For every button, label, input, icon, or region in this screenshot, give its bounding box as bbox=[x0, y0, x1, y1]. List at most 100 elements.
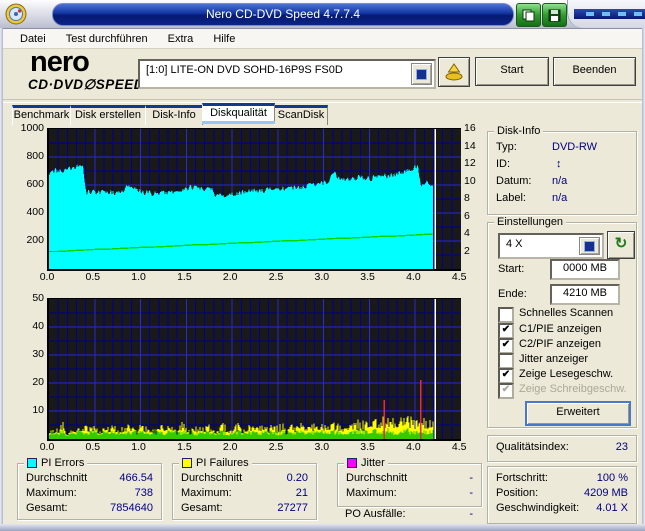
speed-selector[interactable]: 4 X bbox=[498, 233, 604, 259]
window-frame-bottom bbox=[0, 524, 645, 531]
po-failures-row: PO Ausfälle: - bbox=[345, 508, 473, 520]
c2pif-checkbox[interactable]: ✔ bbox=[498, 338, 514, 354]
axis-tick-label: 400 bbox=[14, 206, 44, 218]
c2pif-label[interactable]: C2/PIF anzeigen bbox=[519, 338, 601, 350]
po-failures-value: - bbox=[469, 508, 473, 520]
cddvdspeed-logo: CD·DVD∅SPEED bbox=[28, 77, 144, 93]
jitter-max-label: Maximum: bbox=[346, 487, 397, 499]
disk-label-value: n/a bbox=[552, 192, 567, 204]
axis-tick-label: 2.0 bbox=[216, 271, 244, 283]
show-write-speed-label: Zeige Schreibgeschw. bbox=[519, 383, 627, 395]
show-write-speed-checkbox: ✔ bbox=[498, 383, 514, 399]
jitter-max-value: - bbox=[469, 487, 473, 499]
settings-group: Einstellungen 4 X ↻ Start: 0000 MB Ende:… bbox=[487, 222, 637, 428]
c1pie-label[interactable]: C1/PIE anzeigen bbox=[519, 323, 602, 335]
axis-tick-label: 40 bbox=[20, 320, 44, 332]
active-tab-underline bbox=[202, 121, 275, 124]
jitter-label[interactable]: Jitter anzeiger bbox=[519, 353, 588, 365]
start-button[interactable]: Start bbox=[475, 57, 549, 86]
pie-avg-label: Durchschnitt bbox=[26, 472, 87, 484]
menu-extra[interactable]: Extra bbox=[159, 31, 203, 47]
disk-type-label: Typ: bbox=[496, 141, 517, 153]
start-mb-field[interactable]: 0000 MB bbox=[550, 259, 620, 280]
title-bar: Nero CD-DVD Speed 4.7.7.4 bbox=[0, 0, 645, 29]
jitter-legend-icon bbox=[347, 458, 357, 468]
jitter-stats-box: Jitter Durchschnitt- Maximum:- bbox=[337, 463, 482, 507]
axis-tick-label: 0.5 bbox=[79, 441, 107, 453]
jitter-avg-value: - bbox=[469, 472, 473, 484]
show-read-speed-checkbox[interactable]: ✔ bbox=[498, 368, 514, 384]
axis-tick-label: 1.5 bbox=[170, 441, 198, 453]
axis-tick-label: 10 bbox=[20, 404, 44, 416]
drive-dropdown-button[interactable] bbox=[411, 63, 432, 85]
tab-disk-info[interactable]: Disk-Info bbox=[145, 105, 203, 125]
disk-date-value: n/a bbox=[552, 175, 567, 187]
axis-tick-label: 8 bbox=[464, 192, 482, 204]
c1pie-checkbox[interactable]: ✔ bbox=[498, 323, 514, 339]
axis-tick-label: 4.0 bbox=[399, 441, 427, 453]
tab-disk-erstellen[interactable]: Disk erstellen bbox=[70, 105, 146, 125]
copy-icon bbox=[522, 9, 535, 22]
disk-info-group: Disk-Info Typ:DVD-RW ID:↕ Datum:n/a Labe… bbox=[487, 131, 637, 215]
jitter-checkbox[interactable] bbox=[498, 353, 514, 369]
pie-total-value: 7854640 bbox=[110, 502, 153, 514]
fast-scan-label[interactable]: Schnelles Scannen bbox=[519, 307, 613, 319]
checkbox-row-show-read-speed: ✔ Zeige Lesegeschw. bbox=[498, 368, 633, 382]
end-mb-field[interactable]: 4210 MB bbox=[550, 284, 620, 305]
checkbox-row-fast-scan: Schnelles Scannen bbox=[498, 307, 633, 321]
dropdown-icon bbox=[584, 241, 595, 252]
advanced-button[interactable]: Erweitert bbox=[525, 401, 631, 426]
axis-tick-label: 0.5 bbox=[79, 271, 107, 283]
quit-button[interactable]: Beenden bbox=[553, 57, 636, 86]
show-read-speed-label[interactable]: Zeige Lesegeschw. bbox=[519, 368, 613, 380]
axis-tick-label: 10 bbox=[464, 175, 482, 187]
speed-label: Geschwindigkeit: bbox=[496, 502, 579, 514]
disk-info-title: Disk-Info bbox=[494, 125, 543, 137]
axis-tick-label: 2 bbox=[464, 245, 482, 257]
axis-tick-label: 0.0 bbox=[33, 271, 61, 283]
eject-button[interactable] bbox=[438, 57, 470, 87]
axis-tick-label: 1.0 bbox=[125, 271, 153, 283]
jitter-avg-label: Durchschnitt bbox=[346, 472, 407, 484]
axis-tick-label: 2.5 bbox=[262, 271, 290, 283]
tab-scandisk[interactable]: ScanDisk bbox=[274, 105, 328, 125]
speed-dropdown-button[interactable] bbox=[579, 237, 600, 255]
progress-value: 100 % bbox=[597, 472, 628, 484]
menu-test-durchfuehren[interactable]: Test durchführen bbox=[57, 31, 157, 47]
axis-tick-label: 2.5 bbox=[262, 441, 290, 453]
progress-box: Fortschritt: 100 % Position: 4209 MB Gesch… bbox=[487, 466, 637, 524]
fast-scan-checkbox[interactable] bbox=[498, 307, 514, 323]
checkbox-row-jitter: Jitter anzeiger bbox=[498, 353, 633, 367]
axis-tick-label: 1000 bbox=[14, 122, 44, 134]
copy-button[interactable] bbox=[516, 3, 541, 27]
disk-type-value: DVD-RW bbox=[552, 141, 597, 153]
progress-label: Fortschritt: bbox=[496, 472, 548, 484]
drive-selector[interactable]: [1:0] LITE-ON DVD SOHD-16P9S FS0D bbox=[138, 59, 436, 89]
drive-selector-value: [1:0] LITE-ON DVD SOHD-16P9S FS0D bbox=[146, 64, 410, 76]
save-button[interactable] bbox=[542, 3, 567, 27]
titlebar-decoration bbox=[567, 0, 645, 28]
refresh-icon: ↻ bbox=[615, 235, 628, 252]
axis-tick-label: 6 bbox=[464, 210, 482, 222]
save-icon bbox=[548, 9, 561, 22]
menu-hilfe[interactable]: Hilfe bbox=[204, 31, 244, 47]
menu-datei[interactable]: Datei bbox=[11, 31, 55, 47]
refresh-button[interactable]: ↻ bbox=[607, 231, 635, 259]
eject-icon bbox=[444, 63, 464, 81]
axis-tick-label: 200 bbox=[14, 234, 44, 246]
position-label: Position: bbox=[496, 487, 538, 499]
axis-tick-label: 4.0 bbox=[399, 271, 427, 283]
pif-avg-label: Durchschnitt bbox=[181, 472, 242, 484]
header-divider bbox=[3, 99, 642, 103]
pie-total-label: Gesamt: bbox=[26, 502, 68, 514]
axis-tick-label: 600 bbox=[14, 178, 44, 190]
pie-max-label: Maximum: bbox=[26, 487, 77, 499]
axis-tick-label: 0.0 bbox=[33, 441, 61, 453]
pif-max-value: 21 bbox=[296, 487, 308, 499]
pif-total-value: 27277 bbox=[277, 502, 308, 514]
axis-tick-label: 14 bbox=[464, 140, 482, 152]
position-value: 4209 MB bbox=[584, 487, 628, 499]
quality-index-box: Qualitätsindex: 23 bbox=[487, 435, 637, 462]
menu-bar: Datei Test durchführen Extra Hilfe bbox=[3, 29, 645, 49]
axis-tick-label: 16 bbox=[464, 122, 482, 134]
